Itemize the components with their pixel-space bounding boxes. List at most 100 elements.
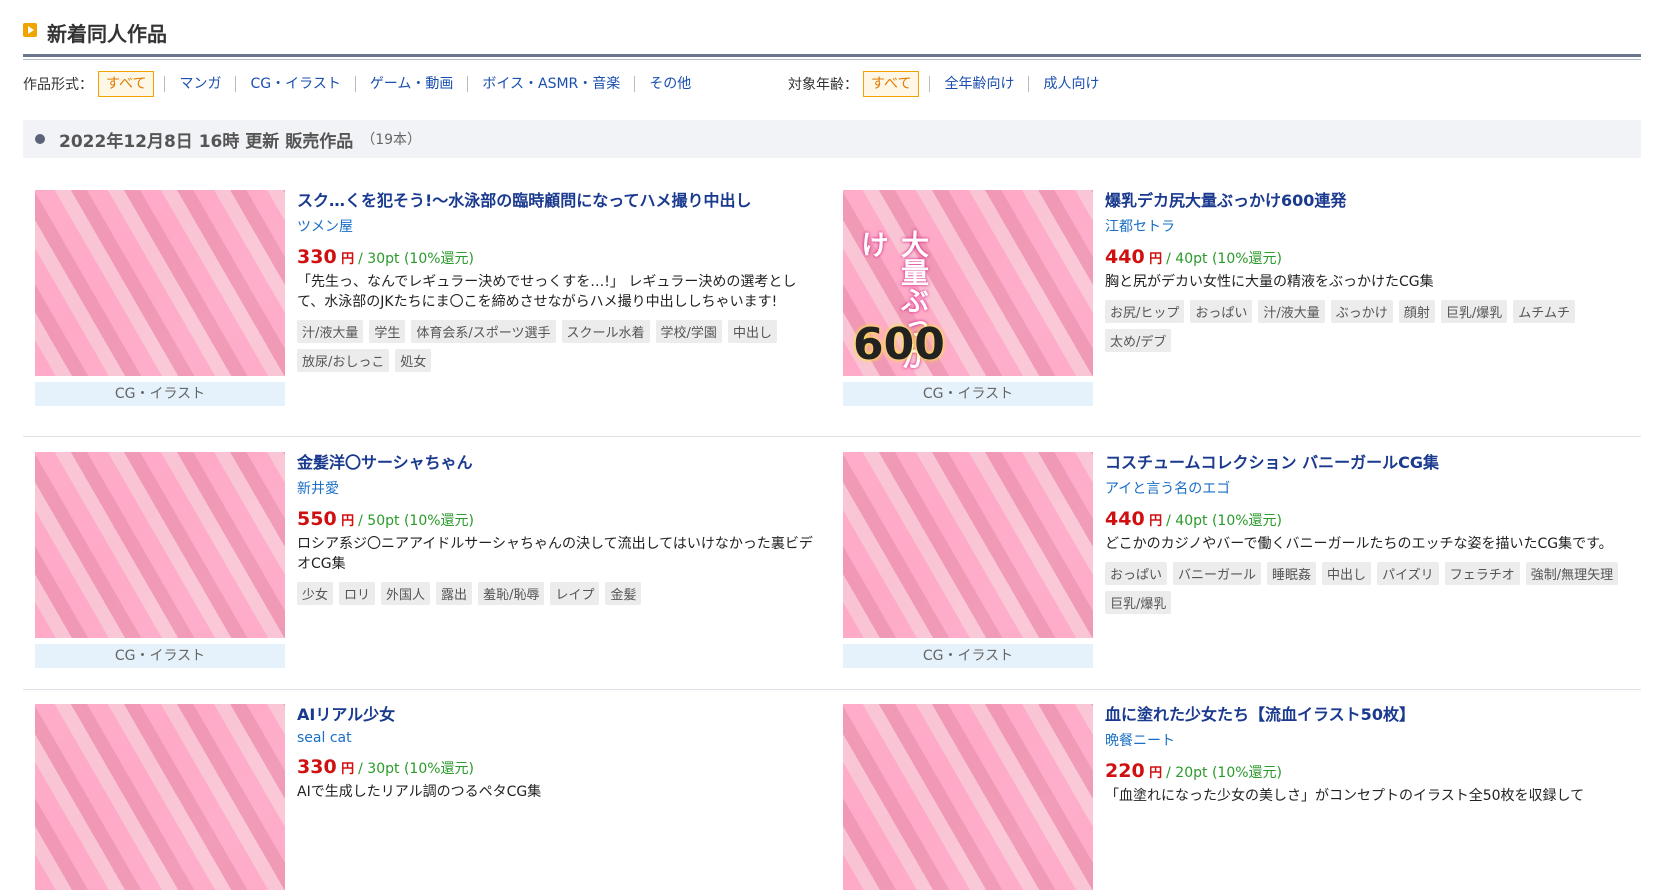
- filter-format-manga[interactable]: マンガ: [164, 76, 235, 92]
- product-title[interactable]: 爆乳デカ尻大量ぶっかけ600連発: [1105, 190, 1625, 212]
- genre-tag[interactable]: 学校/学園: [655, 320, 722, 343]
- maker-link[interactable]: ツメン屋: [297, 216, 817, 236]
- tag-list: お尻/ヒップ おっぱい 汁/液大量 ぶっかけ 顔射 巨乳/爆乳 ムチムチ 太め/…: [1105, 300, 1625, 352]
- row-divider: [23, 436, 1641, 437]
- product-thumbnail[interactable]: [843, 704, 1093, 890]
- filter-format-other[interactable]: その他: [634, 76, 705, 92]
- filter-format-game[interactable]: ゲーム・動画: [354, 76, 468, 92]
- product-description: 「血塗れになった少女の美しさ」がコンセプトのイラスト全50枚を収録して: [1105, 788, 1585, 804]
- genre-tag[interactable]: 汁/液大量: [1258, 300, 1325, 323]
- tag-list: おっぱい バニーガール 睡眠姦 中出し パイズリ フェラチオ 強制/無理矢理 巨…: [1105, 562, 1625, 614]
- category-label: CG・イラスト: [35, 382, 285, 406]
- price-value: 440: [1105, 508, 1145, 530]
- filter-format-all[interactable]: すべて: [98, 71, 155, 97]
- product-thumbnail[interactable]: [843, 452, 1093, 638]
- genre-tag[interactable]: パイズリ: [1377, 562, 1439, 585]
- price: 330 円/ 30pt (10%還元): [297, 756, 817, 778]
- genre-tag[interactable]: 中出し: [727, 320, 777, 343]
- price-value: 330: [297, 756, 337, 778]
- tag-list: 汁/液大量 学生 体育会系/スポーツ選手 スクール水着 学校/学園 中出し 放尿…: [297, 320, 817, 372]
- genre-tag[interactable]: 汁/液大量: [297, 320, 364, 343]
- genre-tag[interactable]: 露出: [436, 582, 473, 605]
- genre-tag[interactable]: 放尿/おしっこ: [297, 349, 390, 372]
- filter-bar: 作品形式： すべて マンガ CG・イラスト ゲーム・動画 ボイス・ASMR・音楽…: [23, 70, 1641, 98]
- price: 550 円/ 50pt (10%還元): [297, 508, 817, 530]
- genre-tag[interactable]: ロリ: [339, 582, 376, 605]
- price-unit: 円: [1149, 514, 1163, 529]
- maker-link[interactable]: 新井愛: [297, 478, 817, 498]
- filter-format-voice[interactable]: ボイス・ASMR・音楽: [467, 76, 634, 92]
- points: / 40pt (10%還元): [1166, 513, 1282, 529]
- price-unit: 円: [1149, 766, 1163, 781]
- points: / 50pt (10%還元): [358, 513, 474, 529]
- price-unit: 円: [1149, 252, 1163, 267]
- product-thumbnail[interactable]: [35, 704, 285, 890]
- genre-tag[interactable]: 睡眠姦: [1267, 562, 1317, 585]
- price-value: 330: [297, 246, 337, 268]
- product-title[interactable]: スク…くを犯そう!〜水泳部の臨時顧問になってハメ撮り中出し: [297, 190, 817, 212]
- filter-age-general[interactable]: 全年齢向け: [929, 76, 1028, 92]
- points: / 30pt (10%還元): [358, 761, 474, 777]
- genre-tag[interactable]: おっぱい: [1190, 300, 1253, 323]
- genre-tag[interactable]: 太め/デブ: [1105, 329, 1172, 352]
- genre-tag[interactable]: 学生: [369, 320, 406, 343]
- format-filter: 作品形式： すべて マンガ CG・イラスト ゲーム・動画 ボイス・ASMR・音楽…: [23, 70, 705, 98]
- genre-tag[interactable]: 顔射: [1398, 300, 1435, 323]
- product-description: AIで生成したリアル調のつるペタCG集: [297, 784, 542, 800]
- price-unit: 円: [341, 252, 355, 267]
- points: / 20pt (10%還元): [1166, 765, 1282, 781]
- maker-link[interactable]: アイと言う名のエゴ: [1105, 478, 1625, 498]
- section-header: 新着同人作品: [23, 14, 1641, 60]
- maker-link[interactable]: 江都セトラ: [1105, 216, 1625, 236]
- genre-tag[interactable]: 体育会系/スポーツ選手: [411, 320, 556, 343]
- genre-tag[interactable]: お尻/ヒップ: [1105, 300, 1185, 323]
- genre-tag[interactable]: 外国人: [381, 582, 431, 605]
- price: 220 円/ 20pt (10%還元): [1105, 760, 1625, 782]
- page-title: 新着同人作品: [47, 22, 167, 46]
- genre-tag[interactable]: ぶっかけ: [1330, 300, 1393, 323]
- genre-tag[interactable]: 少女: [297, 582, 334, 605]
- genre-tag[interactable]: 羞恥/恥辱: [478, 582, 545, 605]
- genre-tag[interactable]: レイプ: [550, 582, 600, 605]
- filter-age-all[interactable]: すべて: [863, 71, 920, 97]
- product-title[interactable]: 血に塗れた少女たち【流血イラスト50枚】: [1105, 704, 1625, 726]
- play-icon: [23, 23, 37, 37]
- genre-tag[interactable]: おっぱい: [1105, 562, 1168, 585]
- filter-age-adult[interactable]: 成人向け: [1028, 76, 1113, 92]
- section-count: （19本）: [361, 132, 422, 148]
- product-thumbnail[interactable]: [35, 452, 285, 638]
- bullet-icon: [35, 134, 45, 144]
- maker-link[interactable]: 晩餐ニート: [1105, 730, 1625, 750]
- genre-tag[interactable]: ムチムチ: [1513, 300, 1575, 323]
- category-label: CG・イラスト: [843, 382, 1093, 406]
- product-title[interactable]: AIリアル少女: [297, 704, 817, 726]
- row-divider: [23, 689, 1641, 690]
- genre-tag[interactable]: フェラチオ: [1444, 562, 1520, 585]
- product-thumbnail[interactable]: 大量ぶっかけ 600: [843, 190, 1093, 376]
- update-section-bar: 2022年12月8日 16時 更新 販売作品 （19本）: [23, 120, 1641, 158]
- filter-format-cg[interactable]: CG・イラスト: [235, 76, 354, 92]
- genre-tag[interactable]: 中出し: [1322, 562, 1372, 585]
- product-description: どこかのカジノやバーで働くバニーガールたちのエッチな姿を描いたCG集です。: [1105, 536, 1613, 552]
- maker-link[interactable]: seal cat: [297, 730, 817, 746]
- genre-tag[interactable]: 金髪: [605, 582, 642, 605]
- genre-tag[interactable]: 強制/無理矢理: [1525, 562, 1619, 585]
- age-filter: 対象年齢： すべて 全年齢向け 成人向け: [788, 70, 1113, 98]
- genre-tag[interactable]: 巨乳/爆乳: [1105, 591, 1172, 614]
- price: 440 円/ 40pt (10%還元): [1105, 508, 1625, 530]
- genre-tag[interactable]: 巨乳/爆乳: [1440, 300, 1508, 323]
- product-thumbnail[interactable]: [35, 190, 285, 376]
- genre-tag[interactable]: 処女: [395, 349, 432, 372]
- price: 440 円/ 40pt (10%還元): [1105, 246, 1625, 268]
- product-title[interactable]: 金髪洋〇サーシャちゃん: [297, 452, 817, 474]
- points: / 30pt (10%還元): [358, 251, 474, 267]
- thumbnail-number: 600: [853, 319, 945, 370]
- price: 330 円/ 30pt (10%還元): [297, 246, 817, 268]
- genre-tag[interactable]: バニーガール: [1173, 562, 1262, 585]
- category-label: CG・イラスト: [35, 644, 285, 668]
- product-title[interactable]: コスチュームコレクション バニーガールCG集: [1105, 452, 1625, 474]
- points: / 40pt (10%還元): [1166, 251, 1282, 267]
- age-filter-label: 対象年齢：: [788, 77, 858, 93]
- format-filter-label: 作品形式：: [23, 77, 93, 93]
- genre-tag[interactable]: スクール水着: [561, 320, 650, 343]
